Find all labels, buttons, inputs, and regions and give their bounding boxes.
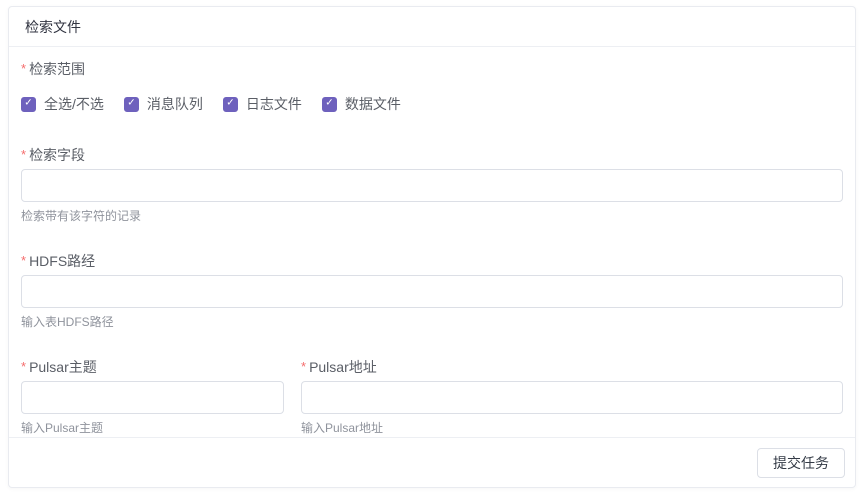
search-field-label: *检索字段: [21, 147, 843, 163]
required-mark: *: [21, 359, 26, 374]
submit-task-button[interactable]: 提交任务: [757, 448, 845, 478]
check-icon: ✓: [226, 99, 234, 109]
checkbox-label: 消息队列: [147, 96, 203, 112]
pulsar-address-helper: 输入Pulsar地址: [301, 421, 843, 435]
required-mark: *: [21, 253, 26, 268]
checkbox-select-all[interactable]: ✓ 全选/不选: [21, 96, 104, 112]
check-icon: ✓: [325, 99, 333, 109]
check-icon: ✓: [127, 99, 135, 109]
search-files-panel: 检索文件 *检索范围 ✓ 全选/不选 ✓ 消息队列 ✓ 日志文件 ✓: [8, 6, 856, 488]
checkbox-log-files[interactable]: ✓ 日志文件: [223, 96, 302, 112]
required-mark: *: [301, 359, 306, 374]
field-search-scope: *检索范围 ✓ 全选/不选 ✓ 消息队列 ✓ 日志文件 ✓ 数据文件: [21, 61, 843, 112]
checkbox-checked-icon: ✓: [322, 97, 337, 112]
required-mark: *: [21, 61, 26, 76]
pulsar-address-input[interactable]: [301, 381, 843, 414]
checkbox-label: 日志文件: [246, 96, 302, 112]
field-hdfs-path: *HDFS路经 输入表HDFS路径: [21, 253, 843, 329]
field-pulsar-address: *Pulsar地址 输入Pulsar地址: [301, 359, 843, 435]
field-search-field: *检索字段 检索带有该字符的记录: [21, 147, 843, 223]
pulsar-topic-label: *Pulsar主题: [21, 359, 284, 375]
checkbox-checked-icon: ✓: [21, 97, 36, 112]
checkbox-label: 全选/不选: [44, 96, 104, 112]
checkbox-data-files[interactable]: ✓ 数据文件: [322, 96, 401, 112]
checkbox-checked-icon: ✓: [223, 97, 238, 112]
hdfs-path-label: *HDFS路经: [21, 253, 843, 269]
pulsar-topic-input[interactable]: [21, 381, 284, 414]
hdfs-path-input[interactable]: [21, 275, 843, 308]
panel-title: 检索文件: [9, 7, 855, 47]
panel-footer: 提交任务: [9, 437, 855, 487]
field-pulsar-topic: *Pulsar主题 输入Pulsar主题: [21, 359, 284, 435]
pulsar-topic-helper: 输入Pulsar主题: [21, 421, 284, 435]
search-field-input[interactable]: [21, 169, 843, 202]
hdfs-path-helper: 输入表HDFS路径: [21, 315, 843, 329]
checkbox-checked-icon: ✓: [124, 97, 139, 112]
checkbox-label: 数据文件: [345, 96, 401, 112]
check-icon: ✓: [24, 99, 32, 109]
search-files-form: *检索范围 ✓ 全选/不选 ✓ 消息队列 ✓ 日志文件 ✓ 数据文件: [9, 47, 855, 435]
pulsar-fields-row: *Pulsar主题 输入Pulsar主题 *Pulsar地址 输入Pulsar地…: [21, 359, 843, 435]
pulsar-address-label: *Pulsar地址: [301, 359, 843, 375]
search-field-helper: 检索带有该字符的记录: [21, 209, 843, 223]
search-scope-checkbox-group: ✓ 全选/不选 ✓ 消息队列 ✓ 日志文件 ✓ 数据文件: [21, 96, 843, 112]
checkbox-message-queue[interactable]: ✓ 消息队列: [124, 96, 203, 112]
required-mark: *: [21, 147, 26, 162]
search-scope-label: *检索范围: [21, 61, 843, 77]
